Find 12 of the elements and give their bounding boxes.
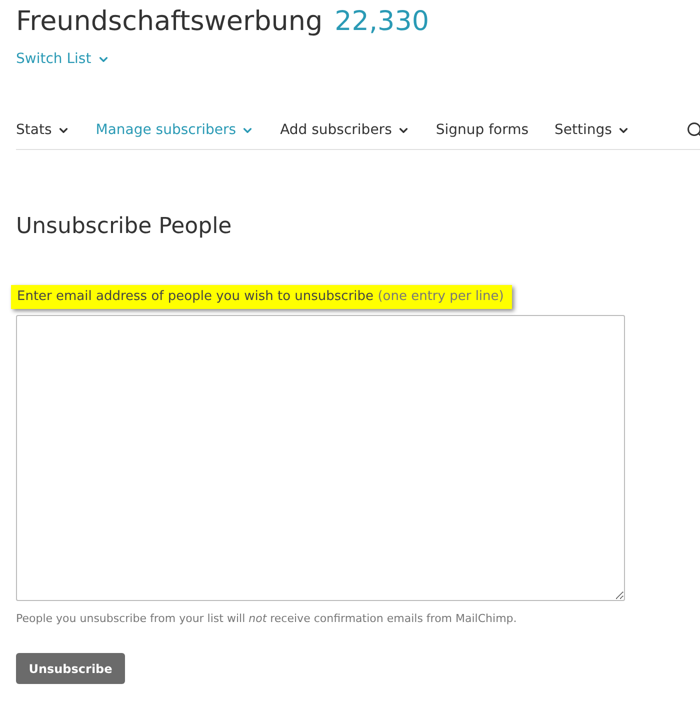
nav-tab[interactable]: Stats [16,122,70,138]
subscriber-count: 22,330 [334,6,430,37]
field-label: Enter email address of people you wish to unsubscribe (one entry per line) [11,285,512,309]
nav-tab[interactable]: Signup forms [436,122,529,138]
email-input-field[interactable] [16,315,625,601]
nav-tab[interactable]: Settings [554,122,630,138]
unsubscribe-button[interactable]: Unsubscribe [16,653,125,684]
page-heading: Unsubscribe People [16,214,233,239]
search-icon[interactable] [686,121,700,139]
nav-tab[interactable]: Add subscribers [280,122,410,138]
list-name: Freundschaftswerbung [16,6,323,37]
note-text: People you unsubscribe from your list will not receive confirmation emails from MailChimp. [16,612,518,625]
